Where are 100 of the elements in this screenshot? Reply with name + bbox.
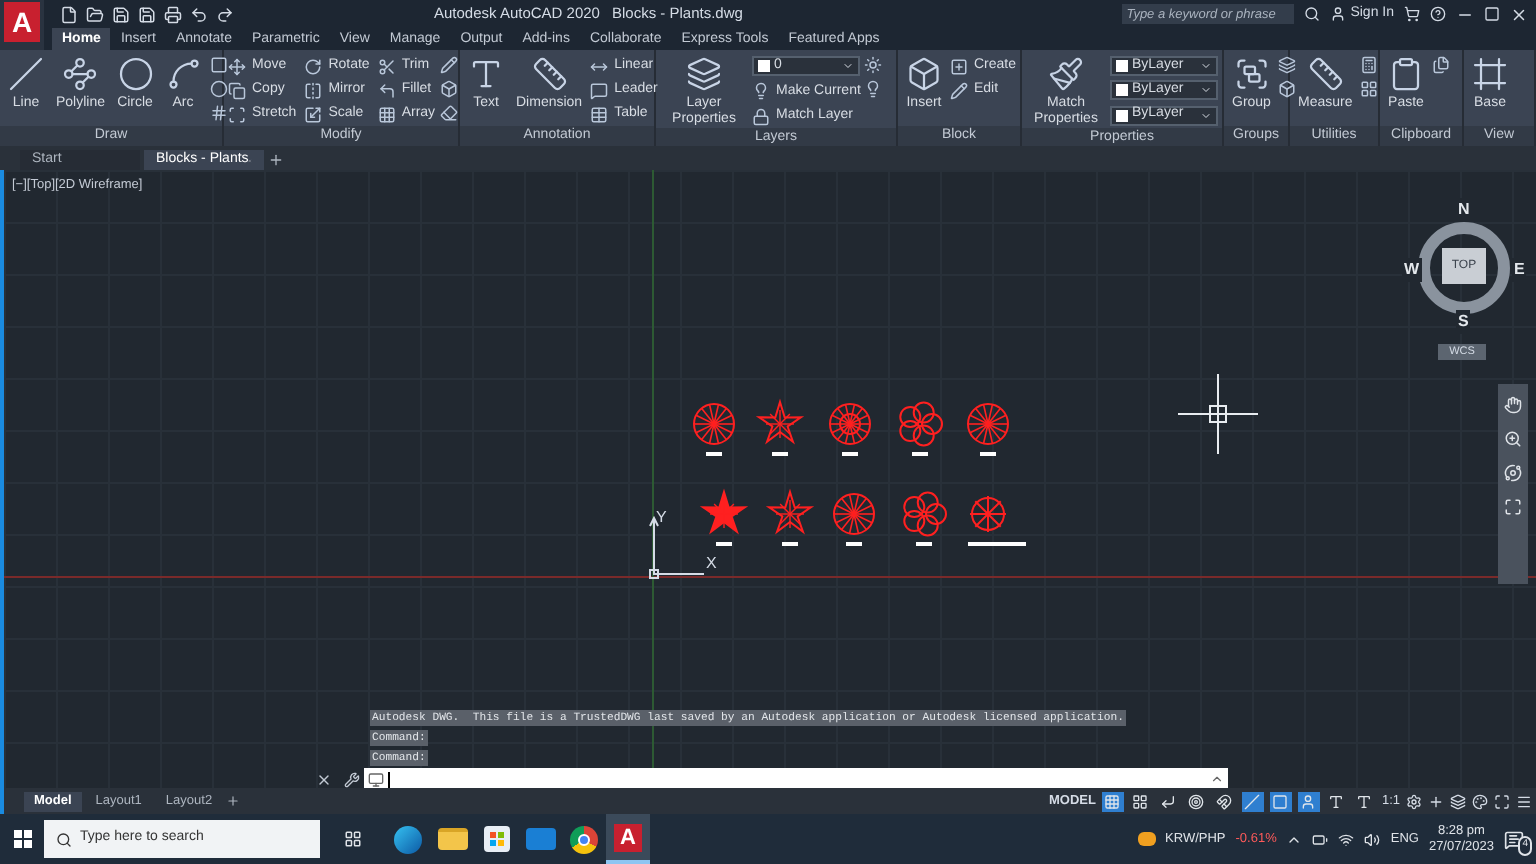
nav-tool-icon[interactable] bbox=[1504, 498, 1522, 516]
tool-icon bbox=[1388, 56, 1424, 92]
nav-tool-icon[interactable] bbox=[1504, 464, 1522, 482]
status-toggle[interactable] bbox=[1353, 791, 1376, 811]
tool-icon[interactable] bbox=[209, 104, 228, 122]
tool-icon[interactable] bbox=[1278, 80, 1297, 98]
tool-icon bbox=[950, 82, 968, 100]
app-menu-button[interactable]: A bbox=[4, 2, 40, 42]
tool-icon bbox=[377, 82, 396, 100]
tool-icon[interactable] bbox=[1360, 56, 1379, 74]
toggle-icon bbox=[1328, 793, 1345, 809]
compass-label: S bbox=[1456, 310, 1471, 334]
crosshair-cursor-icon bbox=[1178, 374, 1258, 454]
tool-icon bbox=[590, 82, 609, 100]
tool-icon bbox=[228, 106, 246, 124]
tool-icon[interactable] bbox=[439, 56, 458, 74]
tool-icon bbox=[906, 56, 942, 92]
caret-icon bbox=[1210, 772, 1224, 786]
weather-icon bbox=[1137, 832, 1156, 846]
status-icon[interactable] bbox=[1494, 793, 1510, 809]
volume-icon[interactable] bbox=[1364, 831, 1381, 847]
nav-tool-icon[interactable] bbox=[1504, 430, 1522, 448]
search-icon[interactable] bbox=[1304, 6, 1321, 22]
status-icon[interactable] bbox=[1516, 793, 1532, 809]
taskbar-app[interactable]: A bbox=[606, 814, 650, 864]
compass-label: W bbox=[1402, 258, 1422, 282]
status-icon[interactable] bbox=[1472, 793, 1488, 809]
compass-label: N bbox=[1456, 198, 1472, 222]
notifications-icon[interactable] bbox=[1504, 829, 1524, 849]
toolbar-icon[interactable] bbox=[138, 5, 156, 23]
maximize-icon[interactable] bbox=[1484, 6, 1500, 22]
tool-icon bbox=[304, 106, 323, 124]
task-view-icon[interactable] bbox=[344, 830, 362, 848]
status-toggle[interactable] bbox=[1157, 791, 1180, 811]
status-toggle[interactable] bbox=[1101, 791, 1124, 811]
tool-icon bbox=[752, 107, 770, 126]
command-icon bbox=[368, 771, 384, 787]
status-toggle[interactable] bbox=[1325, 791, 1348, 811]
toggle-icon bbox=[1160, 793, 1177, 809]
new-layout-icon[interactable] bbox=[226, 794, 241, 808]
wrench-icon[interactable] bbox=[344, 772, 360, 788]
swatch-icon bbox=[1116, 109, 1128, 122]
tool-icon bbox=[304, 82, 323, 100]
status-icon[interactable] bbox=[1406, 793, 1422, 809]
tool-icon[interactable] bbox=[1278, 56, 1297, 74]
status-toggle[interactable] bbox=[1185, 791, 1208, 811]
status-toggle[interactable] bbox=[1269, 791, 1292, 811]
toolbar-icon[interactable] bbox=[190, 5, 208, 23]
tool-icon bbox=[117, 56, 154, 92]
compass-label: E bbox=[1512, 258, 1527, 282]
new-tab-icon[interactable] bbox=[268, 152, 284, 168]
tool-icon bbox=[531, 56, 568, 92]
toolbar-icon[interactable] bbox=[216, 5, 234, 23]
tool-icon[interactable] bbox=[439, 104, 458, 122]
browser-icon bbox=[570, 825, 598, 853]
tool-icon[interactable] bbox=[864, 80, 883, 98]
tool-icon[interactable] bbox=[864, 56, 883, 74]
browser-icon bbox=[394, 825, 422, 853]
tool-icon[interactable] bbox=[1360, 80, 1379, 98]
toolbar-icon[interactable] bbox=[112, 5, 130, 23]
tool-icon[interactable] bbox=[439, 80, 458, 98]
caret-icon bbox=[842, 60, 854, 72]
ucs-axes-icon bbox=[644, 514, 708, 582]
swatch-icon bbox=[1116, 60, 1128, 72]
network-icon[interactable] bbox=[1338, 831, 1355, 847]
toolbar-icon[interactable] bbox=[86, 5, 104, 23]
tool-icon bbox=[590, 58, 609, 76]
command-input-field[interactable] bbox=[364, 768, 1228, 788]
tool-icon[interactable] bbox=[1432, 56, 1450, 74]
tool-icon bbox=[8, 56, 44, 92]
status-toggle[interactable] bbox=[1213, 791, 1236, 811]
status-icon[interactable] bbox=[1450, 793, 1466, 809]
status-toggle[interactable] bbox=[1241, 791, 1264, 811]
help-icon[interactable] bbox=[1430, 6, 1446, 22]
tool-icon bbox=[62, 56, 99, 92]
search-icon bbox=[56, 831, 72, 847]
tool-icon bbox=[1233, 56, 1270, 92]
status-icon[interactable] bbox=[1428, 793, 1444, 809]
axis-label: Y bbox=[656, 506, 667, 530]
close-icon[interactable] bbox=[316, 772, 332, 788]
toolbar-icon[interactable] bbox=[60, 5, 78, 23]
axis-label: X bbox=[706, 552, 717, 576]
status-toggle[interactable] bbox=[1297, 791, 1320, 811]
tool-icon bbox=[377, 106, 396, 124]
tool-icon bbox=[304, 58, 323, 76]
store-icon bbox=[483, 826, 509, 852]
toggle-icon bbox=[1216, 793, 1233, 809]
toolbar-icon[interactable] bbox=[164, 5, 182, 23]
battery-icon[interactable] bbox=[1312, 831, 1329, 847]
cart-icon[interactable] bbox=[1404, 6, 1420, 22]
tool-icon bbox=[377, 58, 396, 76]
tool-icon bbox=[165, 56, 202, 92]
tool-icon bbox=[590, 106, 609, 124]
tool-icon bbox=[228, 82, 246, 100]
nav-tool-icon[interactable] bbox=[1504, 396, 1522, 414]
close-icon[interactable] bbox=[1510, 5, 1528, 23]
toggle-icon bbox=[1188, 793, 1205, 809]
tool-icon bbox=[228, 58, 246, 76]
swatch-icon bbox=[758, 60, 770, 72]
status-toggle[interactable] bbox=[1129, 791, 1152, 811]
